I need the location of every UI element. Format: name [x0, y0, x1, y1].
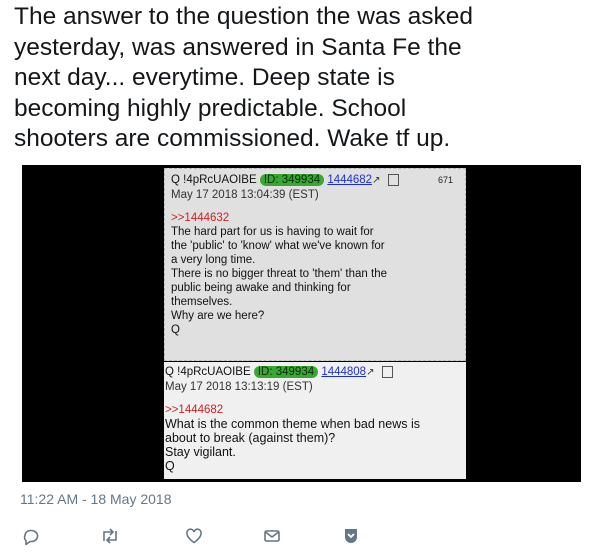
image-thumbnail-icon	[381, 365, 393, 378]
post-body-line: public being awake and thinking for	[171, 282, 351, 294]
message-icon	[264, 530, 280, 542]
bookmark-button[interactable]	[338, 524, 364, 548]
post-header: Q !4pRcUAOIBE ID: 349934 1444808↗	[165, 365, 462, 380]
post-number-link[interactable]: 1444808	[321, 366, 366, 378]
post-header: Q !4pRcUAOIBE ID: 349934 1444682↗	[171, 173, 459, 188]
post-body-line: Stay vigilant.	[165, 445, 236, 459]
direct-message-button[interactable]	[259, 524, 285, 548]
like-button[interactable]	[181, 524, 207, 548]
post-body-line: What is the common theme when bad news i…	[165, 417, 420, 431]
post-body-line: the 'public' to 'know' what we've known …	[171, 240, 385, 252]
tweet-text: The answer to the question the was asked…	[14, 2, 589, 155]
post-body-line: themselves.	[171, 296, 233, 308]
q-post-2: Q !4pRcUAOIBE ID: 349934 1444808↗ May 17…	[164, 362, 466, 479]
poster-name: Q !4pRcUAOIBE	[171, 174, 257, 186]
post-body-line: Q	[171, 324, 180, 336]
tweet-media-image[interactable]: Q !4pRcUAOIBE ID: 349934 1444682↗ 671 Ma…	[22, 165, 581, 482]
tweet-text-line: next day... everytime. Deep state is	[14, 64, 395, 91]
post-body: The hard part for us is having to wait f…	[171, 225, 459, 337]
retweet-icon	[103, 528, 117, 544]
post-body-line: Q	[165, 459, 175, 473]
post-body-line: a very long time.	[171, 254, 256, 266]
poster-id-badge: ID: 349934	[259, 174, 325, 186]
like-icon	[186, 528, 202, 544]
quote-link[interactable]: >>1444632	[171, 211, 459, 225]
quote-link[interactable]: >>1444682	[165, 403, 462, 417]
tweet-action-bar	[0, 524, 599, 548]
q-post-1: Q !4pRcUAOIBE ID: 349934 1444682↗ 671 Ma…	[164, 168, 466, 361]
reply-icon	[23, 529, 39, 545]
poster-id-badge: ID: 349934	[253, 366, 319, 378]
external-link-icon: ↗	[366, 367, 375, 378]
post-date: May 17 2018 13:04:39 (EST)	[171, 189, 319, 201]
tweet-text-line: shooters are commissioned. Wake tf up.	[14, 125, 451, 152]
post-date: May 17 2018 13:13:19 (EST)	[165, 381, 313, 393]
post-body-line: There is no bigger threat to 'them' than…	[171, 268, 387, 280]
reply-button[interactable]	[18, 524, 44, 548]
post-number-link[interactable]: 1444682	[327, 174, 372, 186]
poster-name: Q !4pRcUAOIBE	[165, 366, 251, 378]
external-link-icon: ↗	[372, 175, 381, 186]
bookmark-icon	[345, 529, 357, 543]
post-body-line: Why are we here?	[171, 310, 265, 322]
post-body: What is the common theme when bad news i…	[165, 417, 462, 473]
post-count: 671	[437, 175, 453, 185]
tweet-timestamp[interactable]: 11:22 AM - 18 May 2018	[20, 491, 172, 507]
retweet-button[interactable]	[97, 524, 123, 548]
tweet-text-line: yesterday, was answered in Santa Fe the	[14, 33, 462, 61]
tweet-text-line: becoming highly predictable. School	[14, 94, 407, 122]
tweet-text-line: The answer to the question the was asked	[14, 3, 473, 30]
post-body-line: about to break (against them)?	[165, 431, 336, 445]
document-icon	[387, 173, 399, 186]
post-body-line: The hard part for us is having to wait f…	[171, 226, 374, 238]
